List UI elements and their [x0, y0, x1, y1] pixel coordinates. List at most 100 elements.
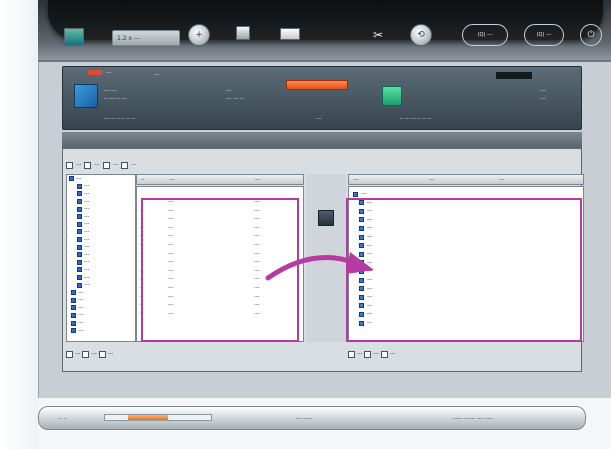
app-logo-icon[interactable]: [64, 28, 84, 46]
toolbar-3-icon[interactable]: [102, 161, 110, 169]
tree-item-label: ---: [84, 274, 90, 281]
tree-item[interactable]: ---: [67, 327, 135, 335]
right-tool-1-icon[interactable]: [348, 350, 355, 358]
right-tool-3-label: ---: [389, 351, 396, 357]
disc-icon: [74, 84, 98, 108]
left-col-2[interactable]: ---: [169, 177, 174, 183]
tree-item[interactable]: ---: [67, 259, 135, 267]
record-button[interactable]: [286, 80, 348, 90]
tree-item[interactable]: ---: [67, 243, 135, 251]
options-button[interactable]: (Q) ---: [524, 24, 564, 46]
tree-item[interactable]: ---: [67, 281, 135, 289]
footer-right: ------ ------ ---- ----: [452, 416, 493, 422]
main-toolbar: --- --- --- ---: [66, 160, 137, 170]
tree-item-label: ---: [84, 282, 90, 289]
folder-icon: [77, 259, 82, 265]
status-left-line-1: --- ---: [104, 88, 117, 94]
title-field[interactable]: 1.2 x ---: [112, 30, 180, 46]
toolbar-3-label: ---: [112, 162, 119, 168]
right-tool-3-icon[interactable]: [380, 350, 388, 358]
options-button-label: (Q) ---: [536, 32, 552, 38]
copy-icon[interactable]: [236, 26, 250, 40]
tree-item[interactable]: ---: [67, 228, 135, 236]
tree-item-label: ---: [84, 251, 90, 258]
tree-item-label: ---: [84, 221, 90, 228]
tree-item[interactable]: ---: [67, 221, 135, 229]
toolbar-2-icon[interactable]: [84, 161, 92, 169]
left-margin: [0, 0, 38, 449]
tree-item-label: ---: [78, 312, 84, 319]
right-col-1[interactable]: ---: [353, 177, 358, 183]
left-col-1[interactable]: --: [141, 177, 145, 183]
tree-item[interactable]: ---: [67, 274, 135, 282]
left-tool-2-icon[interactable]: [82, 350, 90, 358]
list-item-label: ---: [361, 191, 367, 197]
tree-item-label: ---: [84, 198, 90, 205]
tree-item[interactable]: ---: [67, 198, 135, 206]
right-col-2[interactable]: ---: [429, 177, 434, 183]
status-bottom-mid: ---: [316, 116, 322, 122]
list-item[interactable]: ---: [353, 191, 366, 197]
left-tool-1-icon[interactable]: [66, 350, 73, 358]
tree-item[interactable]: ---: [67, 251, 135, 259]
folder-icon: [71, 312, 76, 318]
right-tool-2-icon[interactable]: [364, 350, 372, 358]
folder-icon: [77, 183, 82, 189]
folder-icon: [71, 297, 76, 303]
right-col-3[interactable]: ---: [499, 177, 504, 183]
tree-item-label: ---: [84, 244, 90, 251]
tree-item[interactable]: ---: [67, 190, 135, 198]
folder-icon: [77, 237, 82, 243]
title-field-text: 1.2 x ---: [117, 35, 141, 42]
add-button[interactable]: +: [188, 24, 210, 46]
tree-item[interactable]: ---: [67, 266, 135, 274]
tree-item[interactable]: ---: [67, 205, 135, 213]
power-icon[interactable]: ⏻: [580, 24, 602, 46]
toolbar-1-label: ---: [76, 162, 82, 168]
transfer-icon[interactable]: [318, 210, 334, 226]
folder-icon: [77, 229, 82, 235]
tree-item-label: ---: [84, 236, 90, 243]
left-tool-3-icon[interactable]: [98, 350, 106, 358]
tree-item[interactable]: ---: [67, 289, 135, 297]
toolbar-1-icon[interactable]: [66, 161, 73, 169]
tree-items: --- --- --- --- --- --- --- --- --- --- --- --- --- -…: [67, 183, 135, 335]
tree-item-label: ---: [84, 206, 90, 213]
tree-item-label: ---: [84, 213, 90, 220]
tree-root[interactable]: ---: [67, 175, 135, 183]
left-tool-3-label: ---: [107, 351, 114, 357]
item-icon: [353, 191, 358, 197]
left-tool-1-label: ---: [75, 351, 81, 357]
tree-item[interactable]: ---: [67, 236, 135, 244]
tree-item[interactable]: ---: [67, 304, 135, 312]
left-tool-2-label: ---: [91, 351, 97, 357]
folder-icon: [71, 320, 76, 326]
tree-item-label: ---: [78, 327, 84, 334]
cut-icon[interactable]: ✂: [368, 24, 388, 46]
tree-item-label: ---: [78, 320, 84, 327]
folder-icon: [71, 290, 76, 296]
tree-item[interactable]: ---: [67, 213, 135, 221]
edit-icon[interactable]: [280, 28, 300, 40]
tree-item-label: ---: [84, 259, 90, 266]
drag-arrow-icon: [265, 252, 374, 281]
right-tool-2-label: ---: [373, 351, 379, 357]
tree-item[interactable]: ---: [67, 297, 135, 305]
toolbar-4-label: ---: [131, 162, 137, 168]
folder-icon: [77, 199, 82, 205]
tree-item-label: ---: [84, 228, 90, 235]
footer-mid: --- -----: [296, 416, 313, 422]
toolbar-2-label: ---: [94, 162, 100, 168]
left-col-3[interactable]: ---: [255, 177, 260, 183]
sync-icon[interactable]: ⟲: [410, 24, 432, 46]
search-button[interactable]: (Q) ---: [462, 24, 508, 46]
folder-icon: [77, 214, 82, 220]
tree-item-label: ---: [84, 266, 90, 273]
tree-item-label: ---: [78, 289, 84, 296]
tree-item-label: ---: [84, 183, 90, 190]
tree-item[interactable]: ---: [67, 312, 135, 320]
tree-item[interactable]: ---: [67, 183, 135, 191]
folder-tree[interactable]: --- --- --- --- --- --- --- --- --- --- --- --- ---…: [66, 174, 136, 342]
toolbar-4-icon[interactable]: [121, 161, 129, 169]
tree-item[interactable]: ---: [67, 319, 135, 327]
